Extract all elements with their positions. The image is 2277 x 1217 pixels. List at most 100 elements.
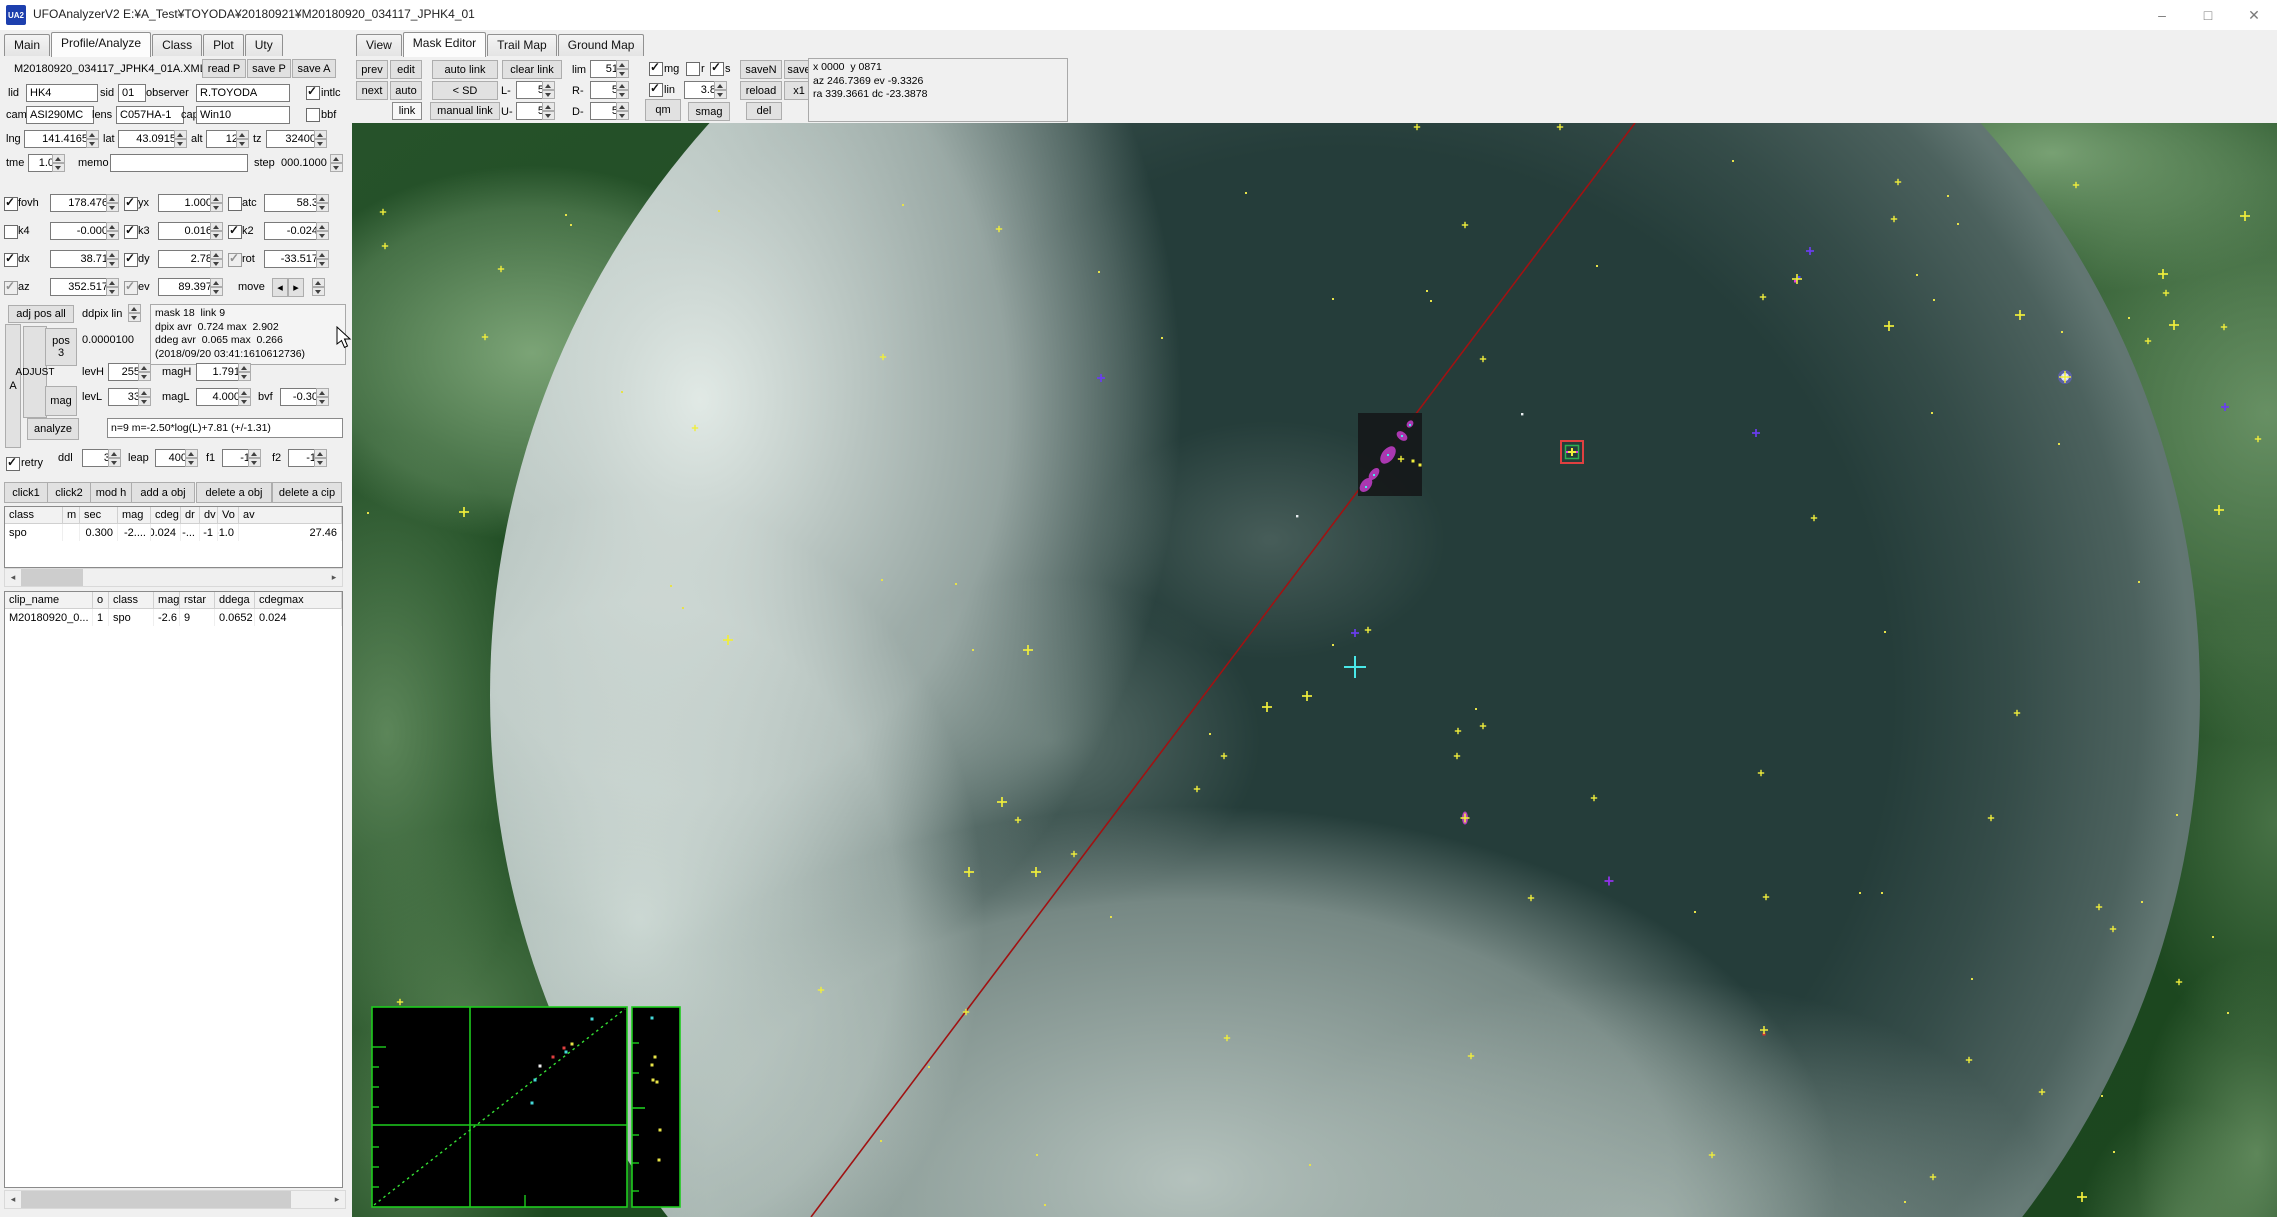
mag-button[interactable]: mag [45,386,77,416]
k3-field[interactable]: 0.016 [158,222,216,240]
lng-spinner[interactable] [86,130,99,148]
panel-hscrollbar[interactable]: ◂ ▸ [4,1190,346,1209]
manual-link-button[interactable]: manual link [430,102,500,120]
scroll-left-icon[interactable]: ◂ [5,569,21,586]
retry-checkbox[interactable] [6,457,20,471]
tz-spinner[interactable] [314,130,327,148]
column-header[interactable]: m [63,507,80,524]
tab-view[interactable]: View [356,34,402,56]
az-checkbox[interactable] [4,281,18,295]
save-p-button[interactable]: save P [247,59,291,78]
mg-checkbox[interactable] [649,62,663,76]
yx-field[interactable]: 1.000 [158,194,216,212]
move-left-icon[interactable]: ◂ [272,278,288,297]
column-header[interactable]: clip_name [5,592,93,609]
adjust-button[interactable]: ADJUST [23,326,47,418]
column-header[interactable]: Vo [218,507,239,524]
ev-field[interactable]: 89.397 [158,278,216,296]
atc-field[interactable]: 58.3 [264,194,322,212]
column-header[interactable]: dv [200,507,218,524]
prev-button[interactable]: prev [356,60,388,79]
pos-button[interactable]: pos 3 [45,328,77,366]
edit-button[interactable]: edit [390,60,422,79]
levh-spinner[interactable] [138,363,151,381]
tme-spinner[interactable] [52,154,65,172]
auto-link-button[interactable]: auto link [432,60,498,79]
dx-field[interactable]: 38.71 [50,250,112,268]
delete-a-cip-button[interactable]: delete a cip [272,482,342,503]
ev-spinner[interactable] [210,278,223,296]
column-header[interactable]: av [239,507,342,524]
yx-spinner[interactable] [210,194,223,212]
dx-checkbox[interactable] [4,253,18,267]
saven-button[interactable]: saveN [740,60,782,79]
magh-spinner[interactable] [238,363,251,381]
a-button[interactable]: A [5,324,21,448]
magl-spinner[interactable] [238,388,251,406]
fovh-field[interactable]: 178.476 [50,194,112,212]
tab-mask-editor[interactable]: Mask Editor [403,32,486,57]
clear-link-button[interactable]: clear link [502,60,562,79]
close-icon[interactable]: ✕ [2231,0,2277,30]
scroll-right-icon[interactable]: ▸ [329,1191,345,1208]
rot-field[interactable]: -33.517 [264,250,322,268]
l-minus-spinner[interactable] [542,81,555,99]
k4-checkbox[interactable] [4,225,18,239]
k4-field[interactable]: -0.000 [50,222,112,240]
lid-field[interactable]: HK4 [26,84,98,102]
f1-spinner[interactable] [248,449,261,467]
move-right-icon[interactable]: ▸ [288,278,304,297]
ddl-spinner[interactable] [108,449,121,467]
tab-trail-map[interactable]: Trail Map [487,34,557,56]
bbf-checkbox[interactable] [306,108,320,122]
lat-spinner[interactable] [174,130,187,148]
atc-spinner[interactable] [316,194,329,212]
table-row[interactable]: spo0.300-2....0.024-...-1-1.027.46 [5,524,342,541]
move-spinner[interactable] [312,278,325,296]
link-button[interactable]: link [392,102,422,120]
scroll-left-icon[interactable]: ◂ [5,1191,21,1208]
r-checkbox[interactable] [686,62,700,76]
lat-field[interactable]: 43.0915 [118,130,180,148]
tab-plot[interactable]: Plot [203,34,244,56]
column-header[interactable]: mag [118,507,151,524]
column-header[interactable]: mag [154,592,180,609]
column-header[interactable]: cdegmax [255,592,342,609]
intlc-checkbox[interactable] [306,86,320,100]
scrollbar-thumb[interactable] [21,1191,291,1208]
d-minus-spinner[interactable] [616,102,629,120]
alt-spinner[interactable] [236,130,249,148]
tab-uty[interactable]: Uty [245,34,283,56]
magl-field[interactable]: 4.000 [196,388,244,406]
del-button[interactable]: del [746,102,782,120]
add-a-obj-button[interactable]: add a obj [131,482,195,503]
sd-button[interactable]: < SD [432,81,498,100]
column-header[interactable]: class [109,592,154,609]
az-field[interactable]: 352.517 [50,278,112,296]
reload-button[interactable]: reload [740,81,782,100]
read-p-button[interactable]: read P [202,59,246,78]
ddpix-spinner[interactable] [128,304,141,322]
save-a-button[interactable]: save A [292,59,336,78]
lens-field[interactable]: C057HA-1 [116,106,184,124]
cap-field[interactable]: Win10 [196,106,290,124]
column-header[interactable]: ddega [215,592,255,609]
r-minus-spinner[interactable] [616,81,629,99]
column-header[interactable]: dr [181,507,200,524]
magh-field[interactable]: 1.791 [196,363,244,381]
tz-field[interactable]: 32400 [266,130,320,148]
k3-spinner[interactable] [210,222,223,240]
tab-main[interactable]: Main [4,34,50,56]
ev-checkbox[interactable] [124,281,138,295]
table-row[interactable]: M20180920_0...1spo-2.690.06520.024 [5,609,342,626]
all-sky-image-view[interactable] [352,123,2277,1217]
tab-profile-analyze[interactable]: Profile/Analyze [51,32,151,57]
mod-h-button[interactable]: mod h [90,482,132,503]
tab-ground-map[interactable]: Ground Map [558,34,645,56]
sid-field[interactable]: 01 [118,84,146,102]
dy-checkbox[interactable] [124,253,138,267]
scroll-right-icon[interactable]: ▸ [326,569,342,586]
minimize-icon[interactable]: – [2139,0,2185,30]
az-spinner[interactable] [106,278,119,296]
bvf-spinner[interactable] [316,388,329,406]
